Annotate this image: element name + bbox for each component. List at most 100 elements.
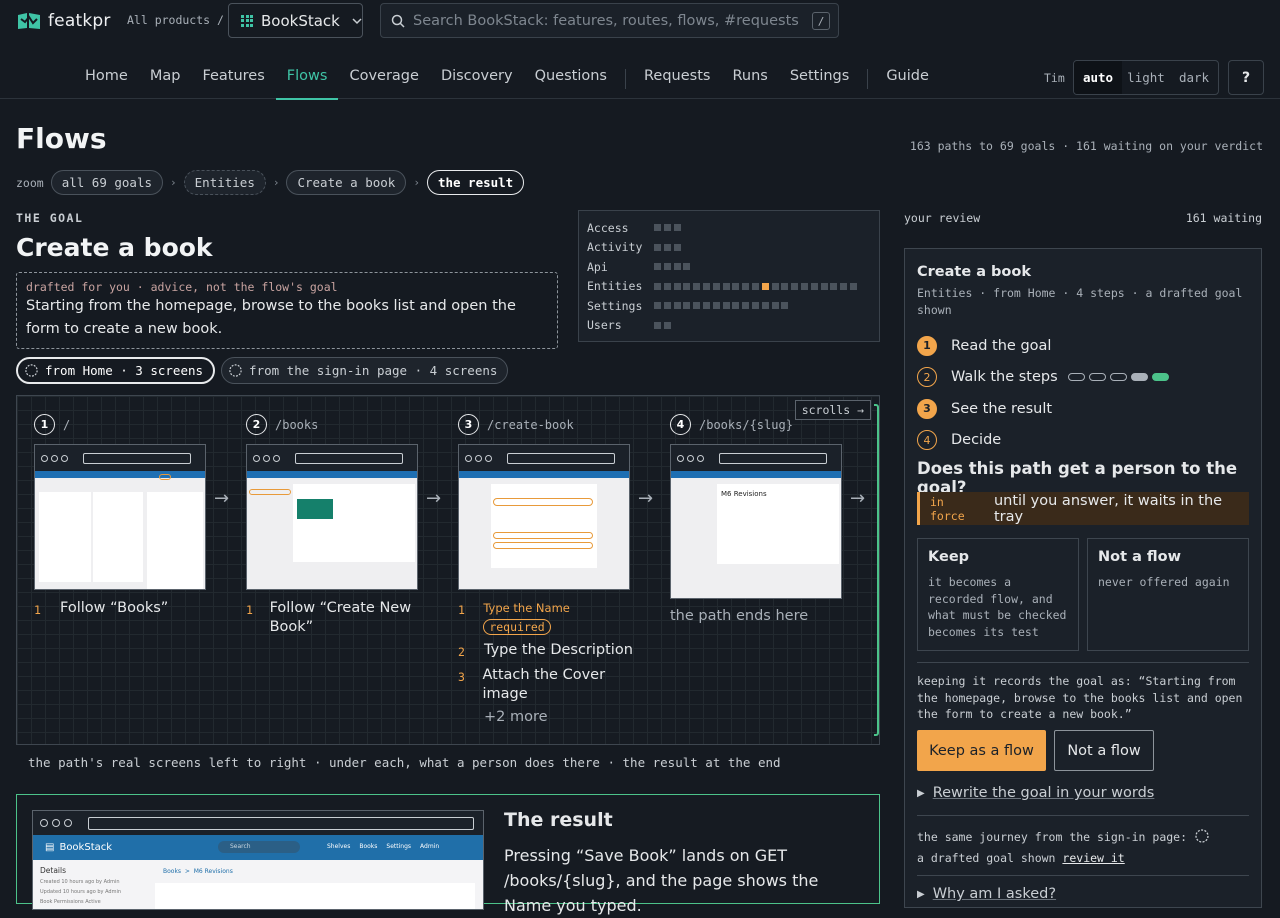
- heatmap-row: Settings: [587, 296, 871, 316]
- heatmap-cell[interactable]: [800, 282, 808, 290]
- heatmap-cell[interactable]: [712, 282, 720, 290]
- search-input[interactable]: [413, 12, 803, 29]
- heatmap-cell[interactable]: [732, 302, 740, 310]
- heatmap-cell[interactable]: [702, 302, 710, 310]
- nav-features[interactable]: Features: [191, 57, 275, 99]
- heatmap-cell[interactable]: [673, 243, 681, 251]
- heatmap-cell[interactable]: [781, 302, 789, 310]
- nav-runs[interactable]: Runs: [721, 57, 778, 99]
- heatmap-cell[interactable]: [673, 263, 681, 271]
- heatmap-cell[interactable]: [722, 282, 730, 290]
- nav-coverage[interactable]: Coverage: [338, 57, 429, 99]
- heatmap-cell[interactable]: [673, 224, 681, 232]
- crumb-all-goals[interactable]: all 69 goals: [50, 170, 164, 195]
- review-step[interactable]: Read the goal: [951, 338, 1051, 354]
- route-ring-icon: [229, 364, 242, 377]
- heatmap-cell[interactable]: [654, 282, 661, 290]
- nav-settings[interactable]: Settings: [779, 57, 860, 99]
- heatmap-cell[interactable]: [693, 302, 701, 310]
- heatmap-cell[interactable]: [830, 282, 838, 290]
- heatmap-cell[interactable]: [771, 282, 779, 290]
- search-box[interactable]: /: [380, 3, 839, 38]
- rewrite-goal-toggle[interactable]: ▶ Rewrite the goal in your words: [917, 785, 1154, 801]
- heatmap-cell[interactable]: [820, 282, 828, 290]
- route-from-home[interactable]: from Home · 3 screens: [16, 357, 216, 384]
- theme-light[interactable]: light: [1122, 61, 1170, 94]
- heatmap-cell-current[interactable]: [761, 282, 769, 290]
- heatmap-cell[interactable]: [663, 224, 671, 232]
- heatmap-cell[interactable]: [751, 282, 759, 290]
- keep-option-card[interactable]: Keep it becomes a recorded flow, and wha…: [917, 538, 1079, 651]
- heatmap-cell[interactable]: [849, 282, 857, 290]
- heatmap-cell[interactable]: [742, 302, 750, 310]
- screen-thumbnail[interactable]: [34, 444, 206, 590]
- goal-title: Create a book: [16, 233, 213, 262]
- more-actions[interactable]: +2 more: [484, 708, 633, 727]
- heatmap-cell[interactable]: [654, 224, 661, 232]
- crumb-result[interactable]: the result: [426, 170, 525, 195]
- nav-questions[interactable]: Questions: [524, 57, 618, 99]
- heatmap-cell[interactable]: [663, 321, 671, 329]
- heatmap-cell[interactable]: [654, 243, 661, 251]
- in-force-text: until you answer, it waits in the tray: [993, 492, 1223, 525]
- review-step[interactable]: See the result: [951, 401, 1052, 417]
- not-flow-option-card[interactable]: Not a flow never offered again: [1087, 538, 1249, 651]
- route-from-signin[interactable]: from the sign-in page · 4 screens: [221, 357, 509, 384]
- all-products-link[interactable]: All products /: [127, 13, 224, 27]
- not-a-flow-button[interactable]: Not a flow: [1054, 730, 1154, 771]
- nav-guide[interactable]: Guide: [875, 57, 940, 99]
- result-screenshot[interactable]: ▤ BookStack Search Shelves Books Settings Ad…: [32, 810, 484, 910]
- heatmap-cell[interactable]: [654, 302, 661, 310]
- product-switcher[interactable]: BookStack: [228, 3, 363, 38]
- heatmap-cell[interactable]: [810, 282, 818, 290]
- theme-dark[interactable]: dark: [1170, 61, 1218, 94]
- nav-discovery[interactable]: Discovery: [430, 57, 524, 99]
- heatmap-cell[interactable]: [673, 302, 681, 310]
- screen-thumbnail[interactable]: [246, 444, 418, 590]
- heatmap-cell[interactable]: [781, 282, 789, 290]
- heatmap-cell[interactable]: [732, 282, 740, 290]
- screen-thumbnail[interactable]: [458, 444, 630, 590]
- heatmap-cell[interactable]: [663, 263, 671, 271]
- heatmap-cell[interactable]: [654, 263, 661, 271]
- heatmap-cell[interactable]: [751, 302, 759, 310]
- screen-thumbnail[interactable]: M6 Revisions: [670, 444, 842, 599]
- goal-kicker: THE GOAL: [16, 211, 84, 225]
- action-text: Attach the Cover image: [482, 667, 606, 702]
- heatmap-cell[interactable]: [663, 302, 671, 310]
- heatmap-cell[interactable]: [702, 282, 710, 290]
- heatmap-cell[interactable]: [663, 243, 671, 251]
- crumb-create-book[interactable]: Create a book: [286, 170, 407, 195]
- theme-auto[interactable]: auto: [1074, 61, 1122, 94]
- heatmap-cell[interactable]: [840, 282, 848, 290]
- heatmap-cell[interactable]: [771, 302, 779, 310]
- crumb-entities[interactable]: Entities: [183, 170, 266, 195]
- nav-requests[interactable]: Requests: [633, 57, 721, 99]
- review-step[interactable]: Walk the steps: [951, 369, 1058, 385]
- nav-flows[interactable]: Flows: [275, 57, 339, 100]
- path-screens-strip[interactable]: scrolls → 1/ 1 Follow “Books” → 2/books 1…: [16, 395, 880, 745]
- heatmap-cell[interactable]: [683, 302, 691, 310]
- heatmap-cell[interactable]: [712, 302, 720, 310]
- route-ring-icon: [1195, 829, 1209, 843]
- heatmap-cell[interactable]: [693, 282, 701, 290]
- heatmap-cell[interactable]: [683, 263, 691, 271]
- step-badge: 2: [917, 367, 937, 388]
- keep-as-flow-button[interactable]: Keep as a flow: [917, 730, 1046, 771]
- review-it-link[interactable]: review it: [1062, 851, 1124, 865]
- user-name[interactable]: Tim: [1044, 71, 1065, 85]
- heatmap-cell[interactable]: [663, 282, 671, 290]
- heatmap-cell[interactable]: [722, 302, 730, 310]
- heatmap-cell[interactable]: [791, 282, 799, 290]
- nav-map[interactable]: Map: [139, 57, 192, 99]
- heatmap-cell[interactable]: [761, 302, 769, 310]
- heatmap-cell[interactable]: [654, 321, 661, 329]
- help-button[interactable]: ?: [1228, 60, 1264, 95]
- review-step[interactable]: Decide: [951, 432, 1001, 448]
- nav-home[interactable]: Home: [74, 57, 139, 99]
- brand-logo[interactable]: featkpr: [16, 8, 111, 34]
- page-title: Flows: [16, 122, 107, 155]
- heatmap-cell[interactable]: [683, 282, 691, 290]
- heatmap-cell[interactable]: [673, 282, 681, 290]
- heatmap-cell[interactable]: [742, 282, 750, 290]
